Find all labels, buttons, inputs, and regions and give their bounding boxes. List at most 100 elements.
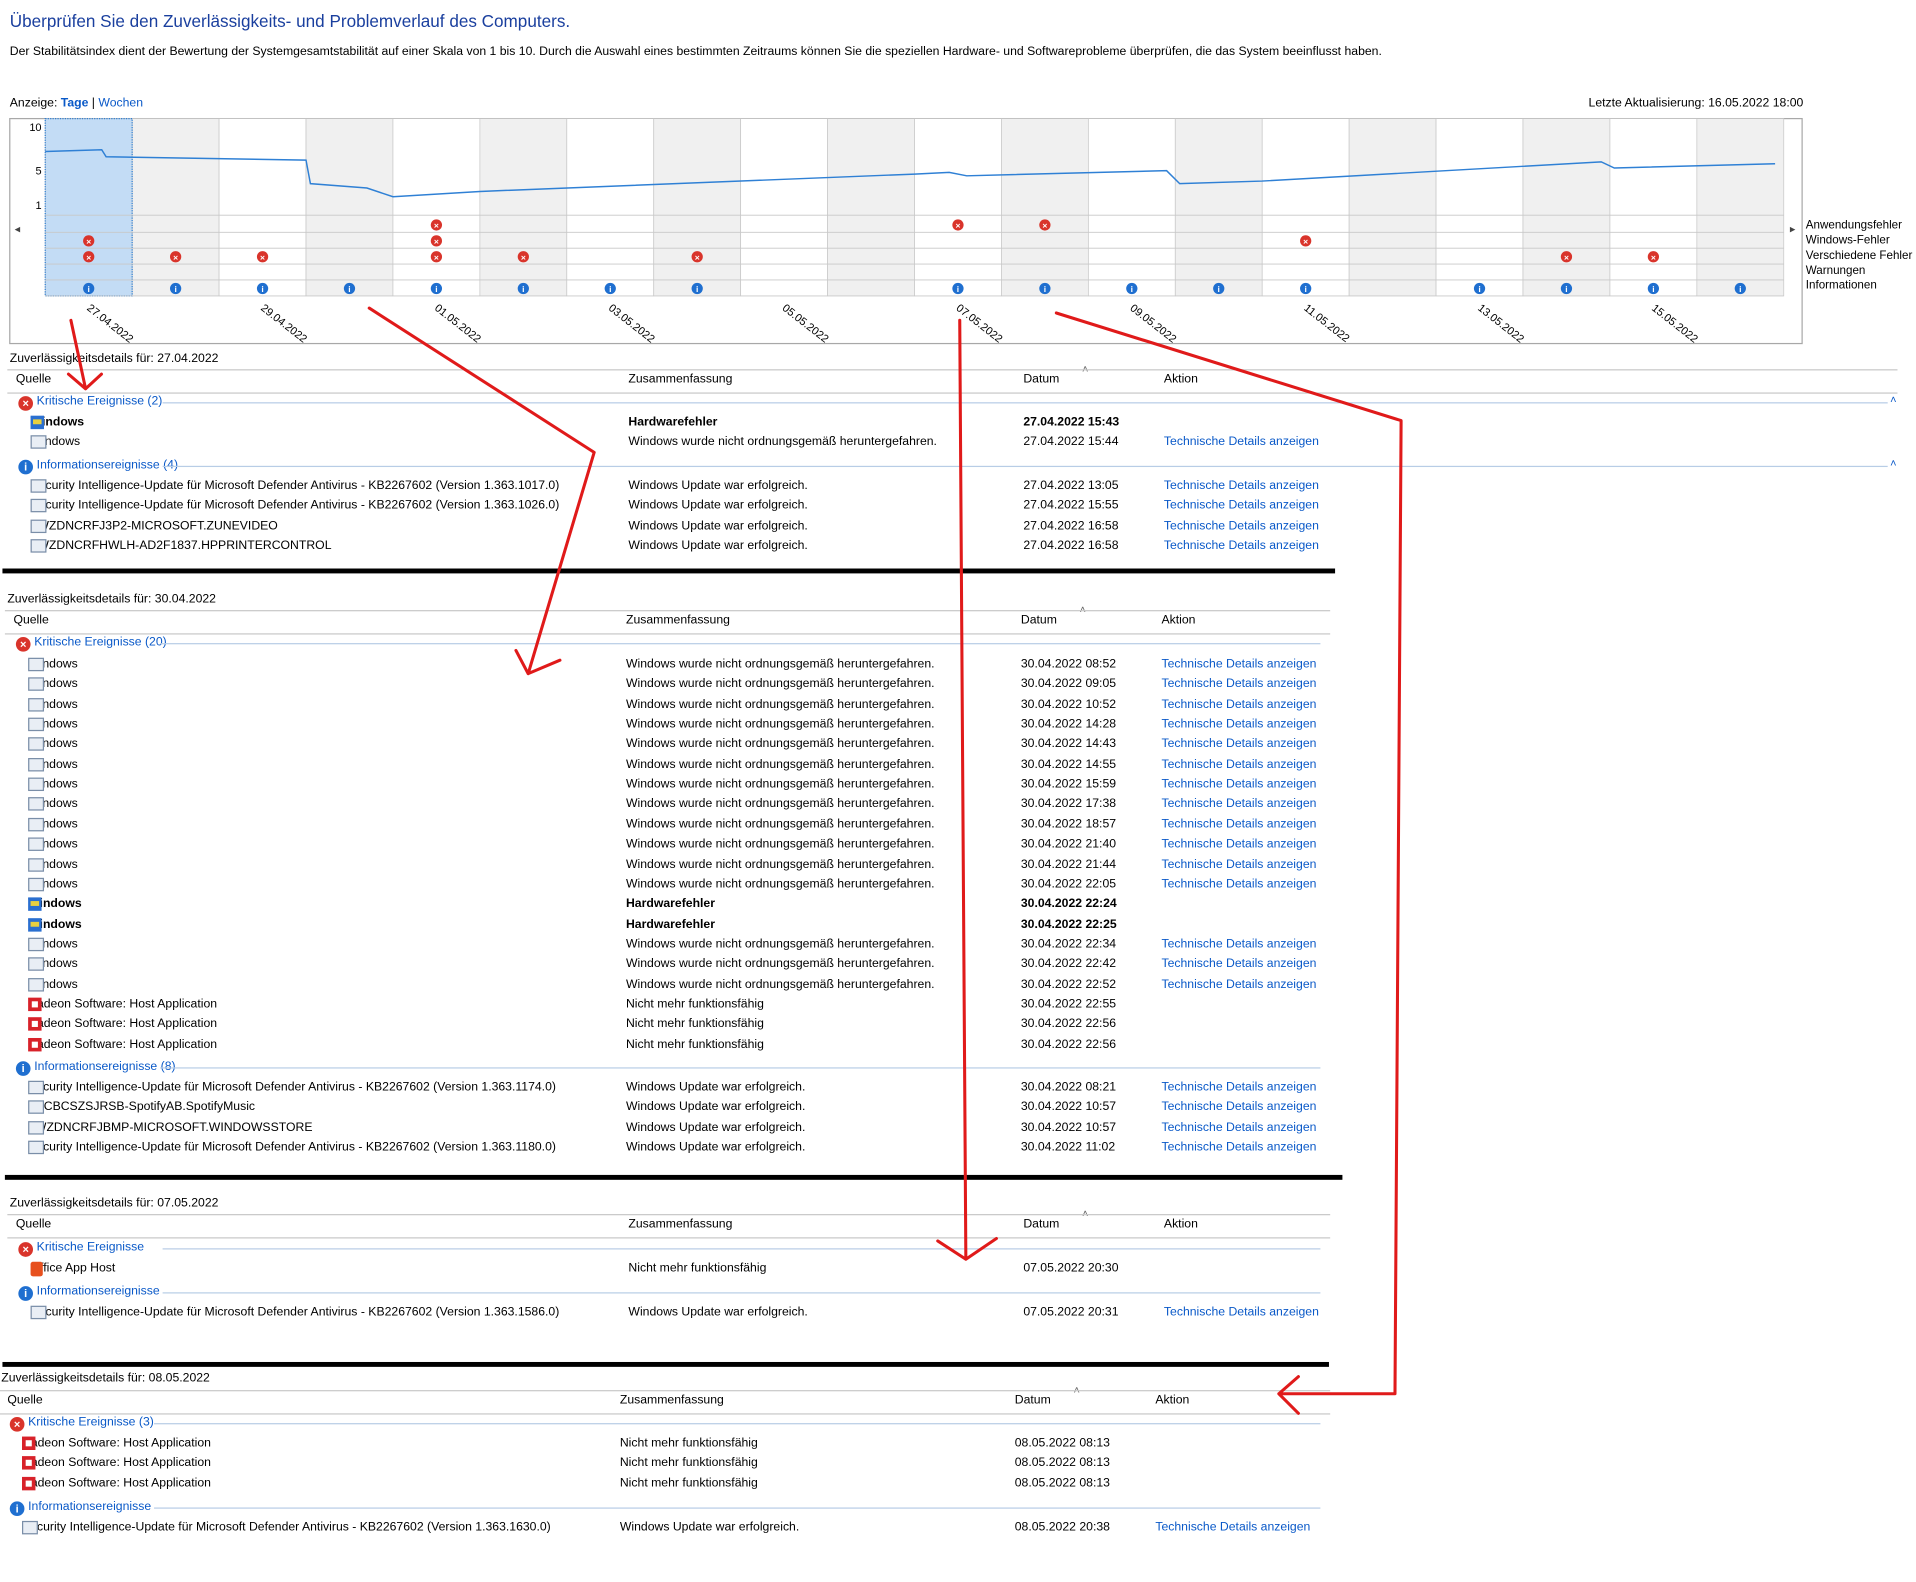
column-header-action[interactable]: Aktion: [1164, 1218, 1198, 1231]
technical-details-link[interactable]: Technische Details anzeigen: [1161, 698, 1316, 711]
info-marker-icon[interactable]: i: [83, 282, 95, 294]
group-header-information[interactable]: i Informationsereignisse: [18, 1285, 160, 1301]
technical-details-link[interactable]: Technische Details anzeigen: [1164, 479, 1319, 492]
reliability-chart[interactable]: × × ×× × ×× × × × × × × ×i i i i i i i i i i i i i i i i i 1051 27.…: [0, 0, 1916, 355]
column-header-date[interactable]: Datum: [1021, 614, 1057, 627]
column-header-action[interactable]: Aktion: [1164, 373, 1198, 386]
column-header-summary[interactable]: Zusammenfassung: [628, 373, 732, 386]
technical-details-link[interactable]: Technische Details anzeigen: [1161, 978, 1316, 991]
technical-details-link[interactable]: Technische Details anzeigen: [1161, 858, 1316, 871]
technical-details-link[interactable]: Technische Details anzeigen: [1161, 658, 1316, 671]
column-header-date[interactable]: Datum: [1023, 1218, 1059, 1231]
group-header-critical[interactable]: × Kritische Ereignisse (20): [15, 636, 167, 652]
error-marker-icon[interactable]: ×: [83, 251, 95, 262]
day-column[interactable]: [1609, 118, 1698, 297]
column-header-action[interactable]: Aktion: [1161, 614, 1195, 627]
error-marker-icon[interactable]: ×: [256, 251, 269, 262]
technical-details-link[interactable]: Technische Details anzeigen: [1164, 1306, 1319, 1319]
column-header-date[interactable]: Datum: [1015, 1394, 1051, 1407]
error-marker-icon[interactable]: ×: [952, 219, 964, 231]
day-column[interactable]: [392, 118, 481, 297]
info-marker-icon[interactable]: i: [952, 282, 964, 294]
info-marker-icon[interactable]: i: [1213, 282, 1225, 294]
day-column[interactable]: [566, 118, 655, 297]
day-column[interactable]: [653, 118, 742, 297]
group-header-information[interactable]: i Informationsereignisse (4): [18, 458, 178, 475]
technical-details-link[interactable]: Technische Details anzeigen: [1155, 1521, 1310, 1534]
day-column[interactable]: [1696, 118, 1785, 297]
day-column[interactable]: [44, 118, 133, 297]
column-header-summary[interactable]: Zusammenfassung: [628, 1218, 732, 1231]
column-header-summary[interactable]: Zusammenfassung: [626, 614, 730, 627]
group-header-critical[interactable]: × Kritische Ereignisse (2): [18, 395, 162, 411]
collapse-caret-icon[interactable]: ˄: [1890, 457, 1896, 469]
info-marker-icon[interactable]: i: [256, 282, 269, 294]
technical-details-link[interactable]: Technische Details anzeigen: [1161, 818, 1316, 831]
info-marker-icon[interactable]: i: [604, 282, 616, 294]
column-header-source[interactable]: Quelle: [7, 1394, 42, 1407]
error-marker-icon[interactable]: ×: [1647, 251, 1660, 262]
technical-details-link[interactable]: Technische Details anzeigen: [1164, 436, 1319, 449]
error-marker-icon[interactable]: ×: [83, 235, 95, 247]
info-marker-icon[interactable]: i: [1126, 282, 1138, 294]
error-marker-icon[interactable]: ×: [430, 219, 443, 231]
technical-details-link[interactable]: Technische Details anzeigen: [1161, 738, 1316, 751]
column-header-date[interactable]: Datum: [1023, 373, 1059, 386]
technical-details-link[interactable]: Technische Details anzeigen: [1164, 499, 1319, 512]
day-column[interactable]: [305, 118, 394, 297]
column-header-source[interactable]: Quelle: [16, 1218, 51, 1231]
day-column[interactable]: [479, 118, 568, 297]
day-column[interactable]: [1087, 118, 1176, 297]
group-header-critical[interactable]: × Kritische Ereignisse (3): [9, 1416, 154, 1432]
info-marker-icon[interactable]: i: [1300, 282, 1312, 294]
scroll-left-arrow[interactable]: ◂: [15, 223, 21, 235]
day-column[interactable]: [1435, 118, 1524, 297]
day-column[interactable]: [1174, 118, 1263, 297]
error-marker-icon[interactable]: ×: [1300, 235, 1312, 247]
day-column[interactable]: [740, 118, 828, 297]
technical-details-link[interactable]: Technische Details anzeigen: [1161, 958, 1316, 971]
group-header-critical[interactable]: × Kritische Ereignisse: [18, 1241, 144, 1257]
error-marker-icon[interactable]: ×: [430, 251, 443, 262]
info-marker-icon[interactable]: i: [1560, 282, 1573, 294]
column-header-source[interactable]: Quelle: [13, 614, 48, 627]
day-column[interactable]: [827, 118, 915, 297]
technical-details-link[interactable]: Technische Details anzeigen: [1161, 1121, 1316, 1134]
day-column[interactable]: [218, 118, 307, 297]
day-column[interactable]: [1348, 118, 1437, 297]
technical-details-link[interactable]: Technische Details anzeigen: [1161, 798, 1316, 811]
info-marker-icon[interactable]: i: [1647, 282, 1660, 294]
info-marker-icon[interactable]: i: [691, 282, 703, 294]
day-column[interactable]: [131, 118, 220, 297]
technical-details-link[interactable]: Technische Details anzeigen: [1161, 678, 1316, 691]
day-column[interactable]: [1001, 118, 1089, 297]
technical-details-link[interactable]: Technische Details anzeigen: [1161, 1141, 1316, 1154]
info-marker-icon[interactable]: i: [343, 282, 356, 294]
column-header-action[interactable]: Aktion: [1155, 1394, 1189, 1407]
technical-details-link[interactable]: Technische Details anzeigen: [1161, 878, 1316, 891]
info-marker-icon[interactable]: i: [1473, 282, 1486, 294]
scroll-right-arrow[interactable]: ▸: [1790, 223, 1796, 235]
technical-details-link[interactable]: Technische Details anzeigen: [1161, 718, 1316, 731]
collapse-caret-icon[interactable]: ˄: [1890, 394, 1896, 406]
group-header-information[interactable]: i Informationsereignisse: [9, 1500, 151, 1517]
error-marker-icon[interactable]: ×: [1039, 219, 1051, 231]
technical-details-link[interactable]: Technische Details anzeigen: [1161, 1101, 1316, 1114]
technical-details-link[interactable]: Technische Details anzeigen: [1161, 758, 1316, 771]
group-header-information[interactable]: i Informationsereignisse (8): [15, 1060, 176, 1076]
error-marker-icon[interactable]: ×: [1560, 251, 1573, 262]
info-marker-icon[interactable]: i: [1039, 282, 1051, 294]
technical-details-link[interactable]: Technische Details anzeigen: [1164, 539, 1319, 552]
column-header-summary[interactable]: Zusammenfassung: [620, 1394, 724, 1407]
info-marker-icon[interactable]: i: [1734, 282, 1746, 294]
technical-details-link[interactable]: Technische Details anzeigen: [1161, 838, 1316, 851]
error-marker-icon[interactable]: ×: [691, 251, 703, 262]
technical-details-link[interactable]: Technische Details anzeigen: [1161, 778, 1316, 791]
column-header-source[interactable]: Quelle: [16, 373, 51, 386]
day-column[interactable]: [1522, 118, 1611, 297]
info-marker-icon[interactable]: i: [430, 282, 443, 294]
technical-details-link[interactable]: Technische Details anzeigen: [1161, 1081, 1316, 1094]
error-marker-icon[interactable]: ×: [430, 235, 443, 247]
technical-details-link[interactable]: Technische Details anzeigen: [1161, 938, 1316, 951]
info-marker-icon[interactable]: i: [517, 282, 529, 294]
